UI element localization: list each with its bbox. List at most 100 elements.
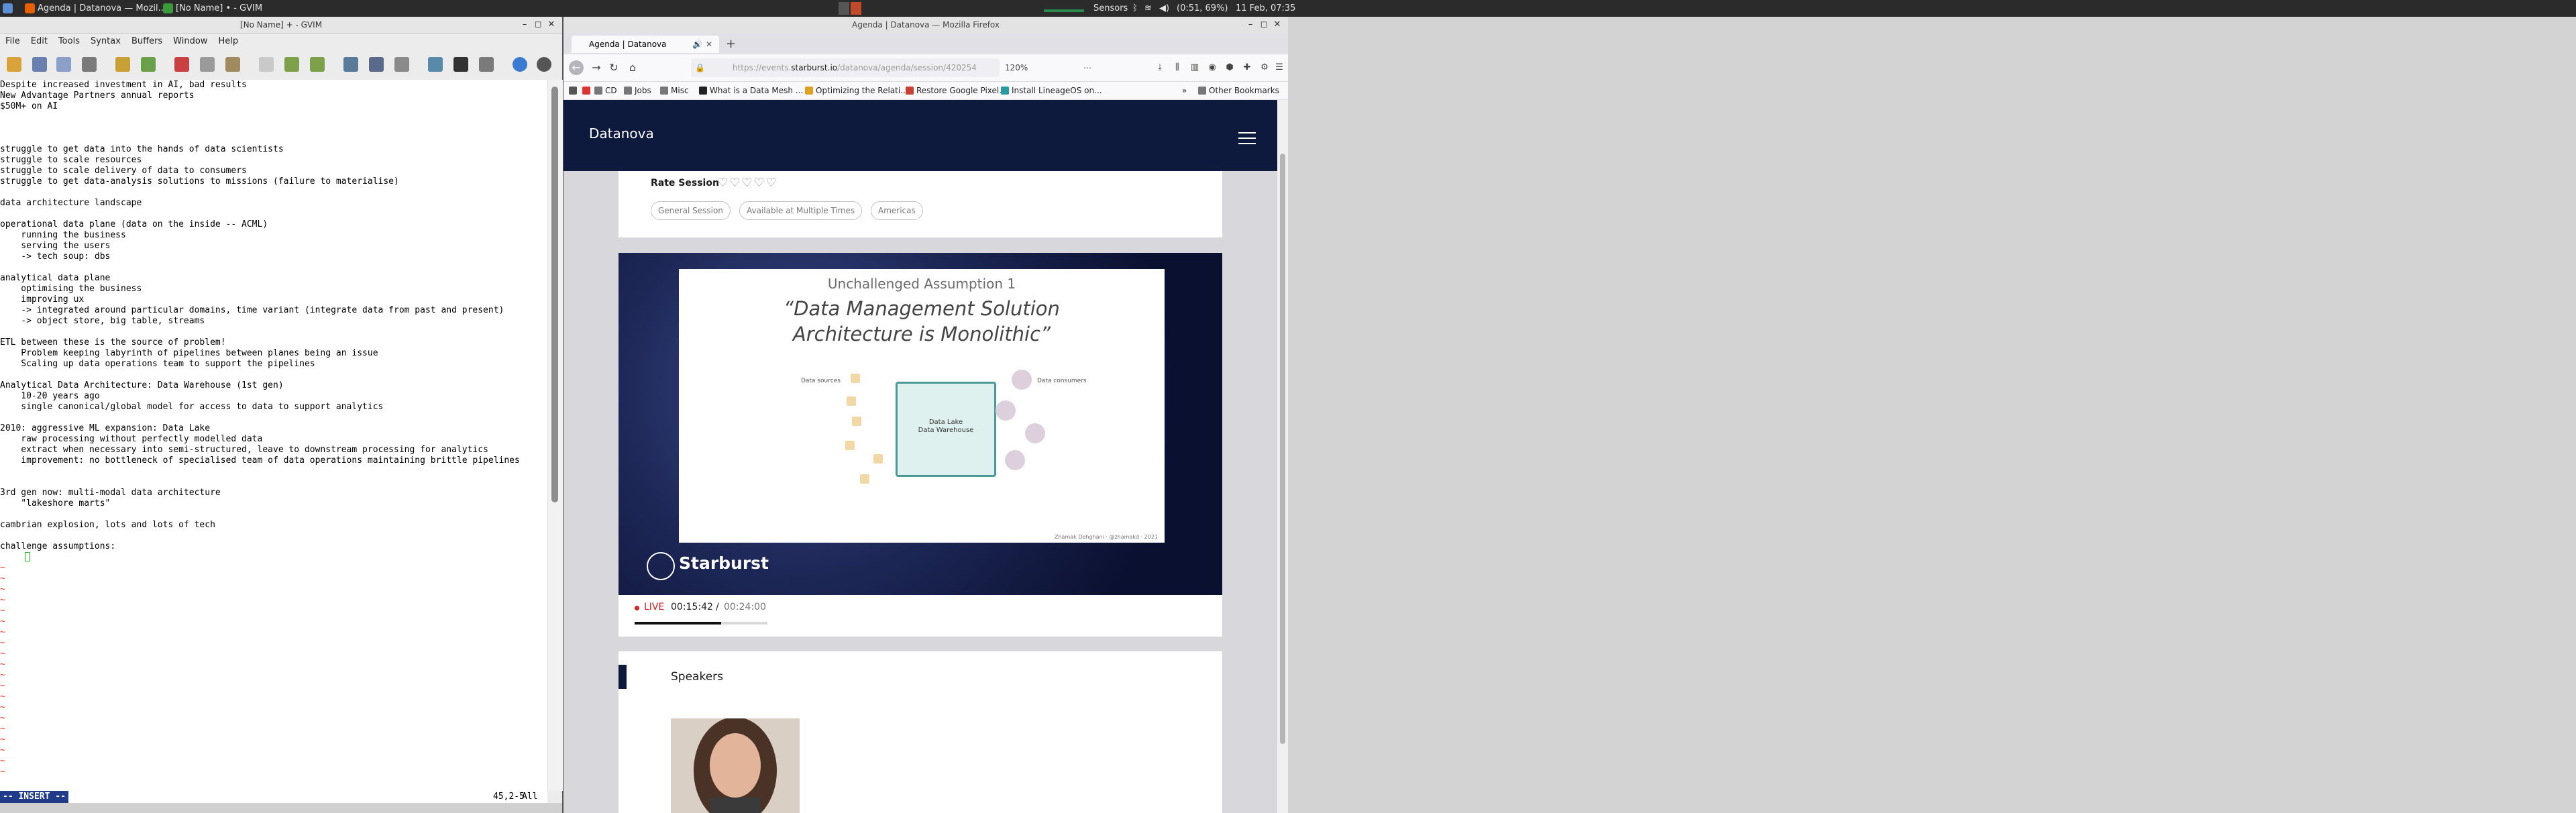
- bookmark-folder-misc[interactable]: Misc: [659, 82, 689, 99]
- redo-icon[interactable]: [141, 57, 156, 72]
- vim-line: running the business: [0, 230, 126, 240]
- save-session-icon[interactable]: [369, 57, 384, 72]
- vim-line: single canonical/global model for access…: [0, 402, 384, 412]
- empty-line-marker: ~: [0, 574, 5, 584]
- minimize-icon[interactable]: –: [518, 17, 531, 33]
- other-bookmarks[interactable]: Other Bookmarks: [1197, 82, 1279, 99]
- site-logo[interactable]: Datanova: [589, 125, 654, 142]
- close-icon[interactable]: ✕: [1271, 17, 1284, 33]
- new-tab-icon[interactable]: +: [726, 37, 736, 51]
- tag-multiple-times[interactable]: Available at Multiple Times: [739, 201, 863, 220]
- downloads-icon[interactable]: ⤓: [1154, 62, 1166, 74]
- zoom-level[interactable]: 120%: [1005, 58, 1028, 77]
- tags-icon[interactable]: [479, 57, 494, 72]
- undo-icon[interactable]: [115, 57, 130, 72]
- vim-line: 3rd gen now: multi-modal data architectu…: [0, 488, 221, 498]
- find-help-icon[interactable]: [537, 57, 551, 72]
- gvim-titlebar: [No Name] + - GVIM – ◻ ✕: [0, 17, 562, 34]
- replace-icon[interactable]: [259, 57, 274, 72]
- starburst-wordmark: Starburst: [679, 553, 769, 573]
- vim-scrollbar[interactable]: [547, 80, 563, 791]
- paste-icon[interactable]: [225, 57, 240, 72]
- make-icon[interactable]: [428, 57, 443, 72]
- account-icon[interactable]: ◉: [1206, 62, 1218, 74]
- home-icon[interactable]: ⌂: [625, 60, 640, 75]
- scrollbar-thumb[interactable]: [551, 87, 558, 502]
- vim-line: struggle to scale delivery of data to co…: [0, 166, 247, 176]
- rating-hearts[interactable]: ♡♡♡♡♡: [717, 176, 778, 190]
- copy-icon[interactable]: [200, 57, 215, 72]
- browser-tab[interactable]: Agenda | Datanova 🔊 ✕: [572, 36, 719, 53]
- print-icon[interactable]: [82, 57, 97, 72]
- menu-help[interactable]: Help: [213, 34, 244, 50]
- library-icon[interactable]: ⫼: [1171, 62, 1183, 74]
- reload-icon[interactable]: ↻: [606, 60, 621, 75]
- close-icon[interactable]: ✕: [545, 17, 558, 33]
- sidebar-icon[interactable]: ▥: [1189, 62, 1201, 74]
- save-all-icon[interactable]: [56, 57, 71, 72]
- menu-window[interactable]: Window: [168, 34, 213, 50]
- save-icon[interactable]: [32, 57, 47, 72]
- progress-bar[interactable]: [635, 622, 767, 625]
- empty-line-marker: ~: [0, 745, 5, 755]
- vim-line: Despite increased investment in AI, bad …: [0, 80, 247, 90]
- menu-syntax[interactable]: Syntax: [85, 34, 126, 50]
- minimize-icon[interactable]: –: [1244, 17, 1257, 33]
- speaker-icon[interactable]: 🔊: [692, 36, 702, 53]
- find-prev-icon[interactable]: [310, 57, 325, 72]
- time-separator: /: [716, 602, 719, 612]
- bookmark-pixel[interactable]: Restore Google Pixel...: [904, 82, 1007, 99]
- find-next-icon[interactable]: [284, 57, 299, 72]
- vim-line: data architecture landscape: [0, 198, 142, 208]
- vim-line: $50M+ on AI: [0, 101, 58, 111]
- load-session-icon[interactable]: [343, 57, 358, 72]
- lock-icon[interactable]: 🔒: [695, 58, 705, 77]
- address-bar[interactable]: 🔒 https://events.starburst.io/datanova/a…: [691, 58, 1091, 110]
- vim-line: [0, 370, 547, 380]
- wifi-icon[interactable]: ≋: [1144, 2, 1152, 15]
- menu-icon[interactable]: ☰: [1273, 62, 1285, 74]
- page-scrollbar[interactable]: [1277, 100, 1288, 813]
- volume-icon[interactable]: ◀): [1159, 2, 1169, 15]
- bluetooth-icon[interactable]: ᛒ: [1132, 2, 1138, 15]
- cut-icon[interactable]: [174, 57, 189, 72]
- menu-tools[interactable]: Tools: [53, 34, 85, 50]
- bookmarks-overflow-icon[interactable]: »: [1178, 82, 1187, 99]
- maximize-icon[interactable]: ◻: [1257, 17, 1271, 33]
- bookmark-folder-cd[interactable]: CD: [593, 82, 617, 99]
- menu-file[interactable]: File: [0, 34, 25, 50]
- extension-icon[interactable]: ⬢: [1224, 62, 1236, 74]
- menu-edit[interactable]: Edit: [25, 34, 53, 50]
- forward-icon[interactable]: →: [589, 60, 604, 75]
- open-icon[interactable]: [7, 57, 21, 72]
- shell-icon[interactable]: [453, 57, 468, 72]
- sensors-label[interactable]: Sensors: [1093, 2, 1128, 15]
- run-script-icon[interactable]: [394, 57, 409, 72]
- tag-general-session[interactable]: General Session: [651, 201, 731, 220]
- bookmark-lineageos[interactable]: Install LineageOS on...: [1000, 82, 1102, 99]
- taskbar-item-gvim[interactable]: [No Name] • - GVIM: [161, 2, 262, 15]
- workspace-indicator[interactable]: [839, 2, 849, 15]
- battery-status[interactable]: (0:51, 69%): [1177, 2, 1228, 15]
- bookmark-data-mesh[interactable]: What is a Data Mesh ...: [698, 82, 803, 99]
- addons-icon[interactable]: ✚: [1241, 62, 1253, 74]
- maximize-icon[interactable]: ◻: [531, 17, 545, 33]
- empty-line-marker: ~: [0, 563, 5, 573]
- speaker-photo[interactable]: [671, 718, 800, 813]
- tag-americas[interactable]: Americas: [871, 201, 923, 220]
- taskbar-item-firefox[interactable]: Agenda | Datanova — Mozil...: [23, 2, 166, 15]
- clock[interactable]: 11 Feb, 07:35: [1236, 2, 1295, 15]
- video-player[interactable]: Unchallenged Assumption 1 “Data Manageme…: [619, 253, 1222, 595]
- back-icon[interactable]: ←: [569, 60, 584, 75]
- workspace-indicator-active[interactable]: [851, 2, 861, 15]
- close-tab-icon[interactable]: ✕: [706, 36, 712, 53]
- scrollbar-thumb[interactable]: [1280, 154, 1285, 744]
- vim-editor[interactable]: Despite increased investment in AI, bad …: [0, 80, 547, 791]
- bookmark-optimizing[interactable]: Optimizing the Relati...: [804, 82, 908, 99]
- bookmark-folder-jobs[interactable]: Jobs: [623, 82, 651, 99]
- hamburger-menu-icon[interactable]: [1238, 132, 1256, 144]
- menu-buffers[interactable]: Buffers: [126, 34, 168, 50]
- help-icon[interactable]: [513, 57, 527, 72]
- extensions-puzzle-icon[interactable]: ⚙: [1258, 62, 1271, 74]
- app-menu-icon[interactable]: [3, 2, 13, 15]
